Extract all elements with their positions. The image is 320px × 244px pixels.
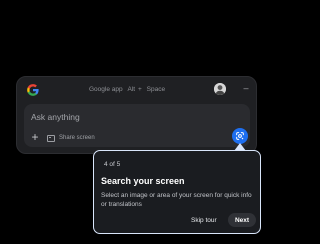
tour-step-counter: 4 of 5 [104,161,121,168]
tour-description: Select an image or area of your screen f… [101,192,252,208]
app-name: Google app [89,86,123,93]
minimize-button[interactable]: – [241,82,251,94]
share-screen-icon [47,134,55,142]
google-lens-icon [236,132,244,140]
next-button[interactable]: Next [228,213,256,227]
search-box[interactable]: Ask anything + Share screen [24,104,250,147]
plus-icon: + [31,130,39,144]
profile-avatar[interactable] [214,83,226,95]
google-g-icon [27,84,39,96]
window-title: Google app Alt + Space [89,86,168,93]
lens-button[interactable] [232,128,248,144]
skip-tour-button[interactable]: Skip tour [191,217,217,224]
shortcut-plus: + [138,86,142,93]
tour-title: Search your screen [101,176,185,186]
share-screen-button[interactable]: Share screen [47,133,95,143]
add-button[interactable]: + [29,131,41,143]
tour-tooltip: 4 of 5 Search your screen Select an imag… [93,150,261,234]
search-input[interactable]: Ask anything [31,112,80,122]
avatar-image [214,83,226,95]
shortcut-key-space: Space [146,86,166,93]
shortcut-key-alt: Alt [127,86,136,93]
share-screen-label: Share screen [59,135,95,141]
minimize-icon: – [243,83,249,93]
google-app-window: Google app Alt + Space – Ask anything + S… [16,76,257,154]
